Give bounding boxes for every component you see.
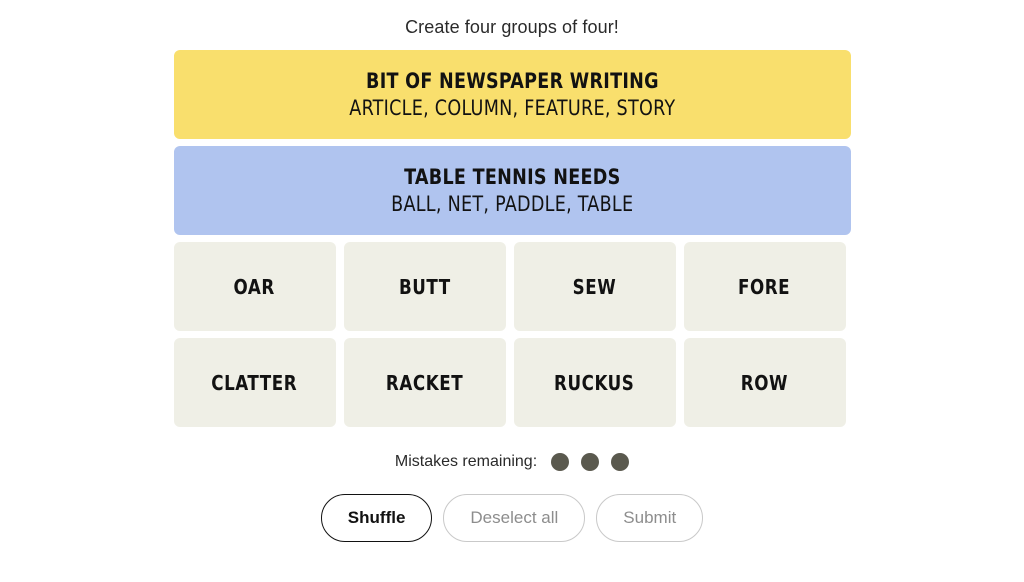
mistakes-remaining: Mistakes remaining:: [394, 453, 630, 471]
mistake-dot: [581, 453, 600, 471]
mistake-dot: [611, 453, 630, 471]
solved-group-title: BIT OF NEWSPAPER WRITING: [365, 68, 659, 93]
word-tile-label: RACKET: [385, 370, 464, 395]
word-tile[interactable]: BUTT: [343, 242, 506, 331]
word-tile-label: SEW: [572, 274, 617, 299]
mistakes-label: Mistakes remaining:: [394, 453, 538, 470]
deselect-all-button[interactable]: Deselect all: [443, 494, 586, 542]
page-title: Create four groups of four!: [405, 17, 619, 37]
word-tile[interactable]: RUCKUS: [513, 338, 676, 427]
tile-row: OAR BUTT SEW FORE: [173, 242, 851, 331]
connections-game: Create four groups of four! BIT OF NEWSP…: [0, 0, 1024, 582]
game-board: BIT OF NEWSPAPER WRITING ARTICLE, COLUMN…: [173, 50, 851, 427]
word-tile-label: OAR: [233, 274, 276, 299]
word-tile-label: CLATTER: [211, 370, 298, 395]
word-tile-label: RUCKUS: [554, 370, 635, 395]
shuffle-button[interactable]: Shuffle: [320, 494, 433, 542]
tile-row: CLATTER RACKET RUCKUS ROW: [173, 338, 851, 427]
word-tile[interactable]: ROW: [683, 338, 846, 427]
solved-group-blue: TABLE TENNIS NEEDS BALL, NET, PADDLE, TA…: [173, 146, 851, 235]
mistakes-dots: [551, 453, 630, 471]
word-tile-label: BUTT: [398, 274, 451, 299]
solved-group-yellow: BIT OF NEWSPAPER WRITING ARTICLE, COLUMN…: [173, 50, 851, 139]
word-tile[interactable]: SEW: [513, 242, 676, 331]
control-buttons: Shuffle Deselect all Submit: [320, 494, 704, 542]
solved-group-title: TABLE TENNIS NEEDS: [403, 164, 621, 189]
word-tile[interactable]: CLATTER: [173, 338, 336, 427]
word-tile[interactable]: FORE: [683, 242, 846, 331]
solved-group-members: ARTICLE, COLUMN, FEATURE, STORY: [348, 95, 676, 120]
word-tile[interactable]: RACKET: [343, 338, 506, 427]
word-tile-label: FORE: [738, 274, 791, 299]
word-tile-label: ROW: [740, 370, 789, 395]
submit-button[interactable]: Submit: [596, 494, 704, 542]
solved-group-members: BALL, NET, PADDLE, TABLE: [390, 191, 634, 216]
word-tile[interactable]: OAR: [173, 242, 336, 331]
mistake-dot: [551, 453, 570, 471]
